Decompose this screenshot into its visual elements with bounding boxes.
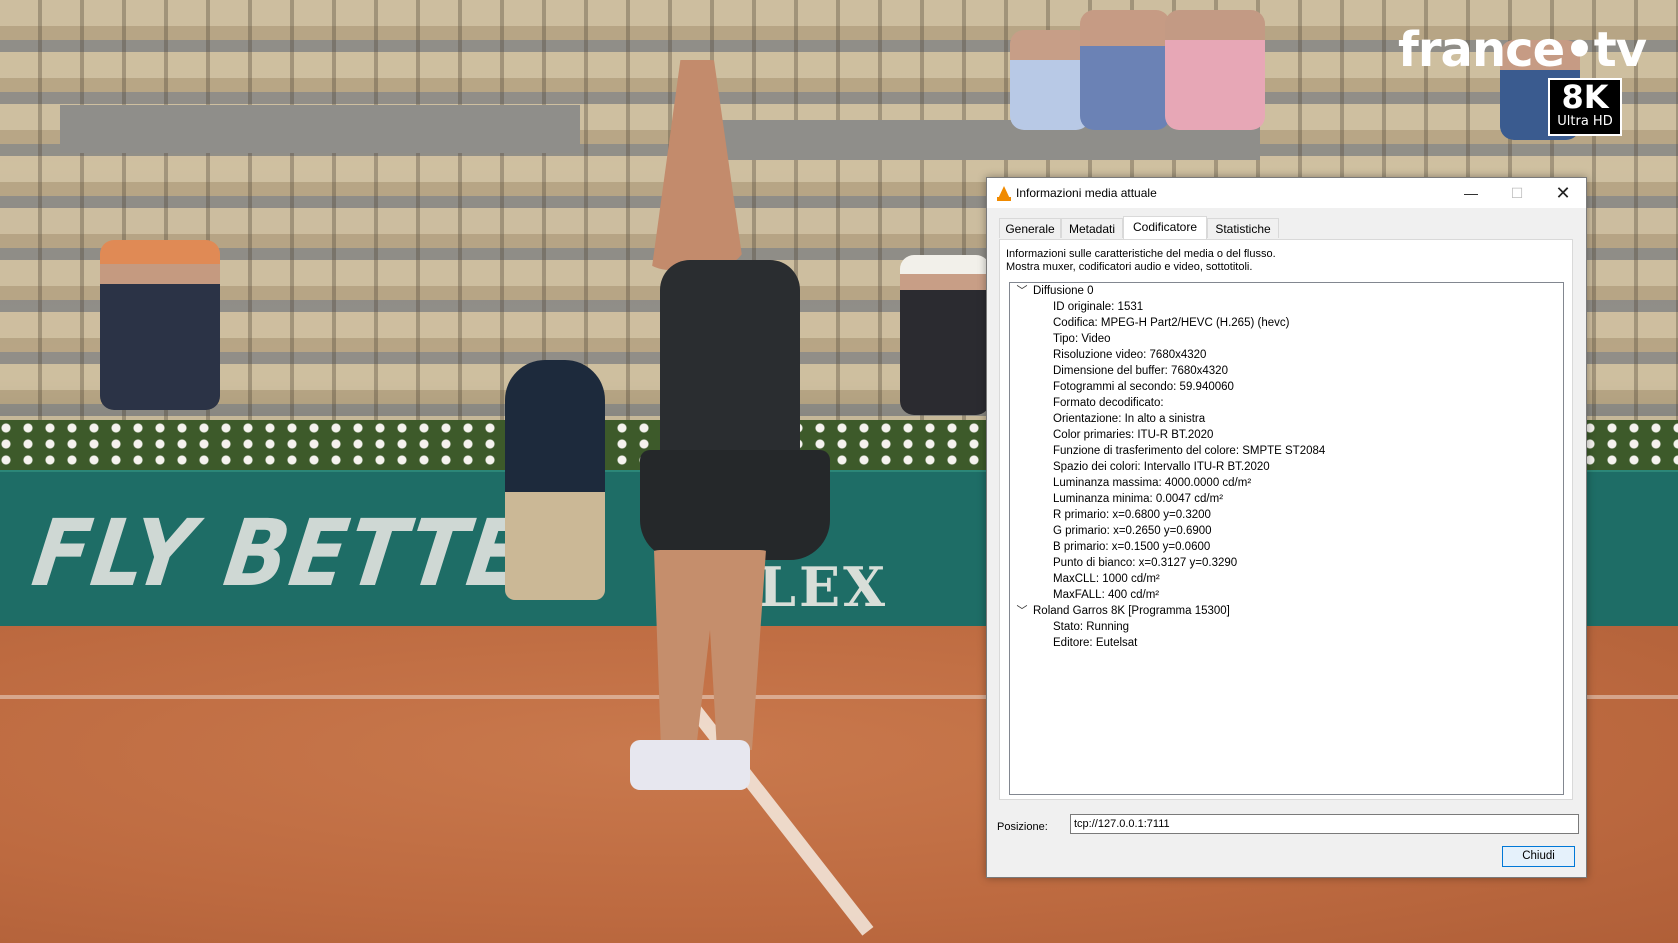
description-line: Mostra muxer, codificatori audio e video… xyxy=(1006,261,1253,273)
tab-metadati[interactable]: Metadati xyxy=(1061,218,1123,238)
tree-item[interactable]: Stato: Running xyxy=(1053,619,1129,636)
position-field[interactable]: tcp://127.0.0.1:7111 xyxy=(1070,814,1579,834)
tree-item[interactable]: Risoluzione video: 7680x4320 xyxy=(1053,347,1206,364)
tree-item[interactable]: MaxCLL: 1000 cd/m² xyxy=(1053,571,1160,588)
tab-statistiche[interactable]: Statistiche xyxy=(1207,218,1279,238)
media-info-dialog: Informazioni media attuale — ☐ ✕ General… xyxy=(986,177,1587,878)
tree-item[interactable]: G primario: x=0.2650 y=0.6900 xyxy=(1053,523,1212,540)
tree-item[interactable]: Editore: Eutelsat xyxy=(1053,635,1137,652)
position-label: Posizione: xyxy=(997,821,1048,833)
description-line: Informazioni sulle caratteristiche del m… xyxy=(1006,248,1276,260)
tab-generale[interactable]: Generale xyxy=(999,218,1061,238)
tree-item[interactable]: Luminanza massima: 4000.0000 cd/m² xyxy=(1053,475,1251,492)
panel-description: Informazioni sulle caratteristiche del m… xyxy=(1006,248,1276,274)
tree-item[interactable]: Fotogrammi al secondo: 59.940060 xyxy=(1053,379,1234,396)
badge-main: 8K xyxy=(1561,78,1609,116)
player-skirt xyxy=(640,450,830,560)
player-shoes xyxy=(630,740,750,790)
badge-sub: Ultra HD xyxy=(1557,114,1613,129)
line-umpire xyxy=(505,360,605,600)
tree-item[interactable]: Tipo: Video xyxy=(1053,331,1111,348)
tree-node-label: Roland Garros 8K [Programma 15300] xyxy=(1033,605,1230,617)
tree-item[interactable]: Color primaries: ITU-R BT.2020 xyxy=(1053,427,1213,444)
codec-tree[interactable]: ﹀ Diffusione 0 ID originale: 1531 Codifi… xyxy=(1009,282,1564,795)
tree-item[interactable]: Formato decodificato: xyxy=(1053,395,1164,412)
player-body xyxy=(660,260,800,460)
tree-item[interactable]: B primario: x=0.1500 y=0.0600 xyxy=(1053,539,1210,556)
tree-item[interactable]: Orientazione: In alto a sinistra xyxy=(1053,411,1205,428)
resolution-badge: 8K Ultra HD xyxy=(1548,78,1622,136)
chevron-down-icon[interactable]: ﹀ xyxy=(1016,283,1028,300)
vlc-cone-icon xyxy=(997,186,1011,201)
dialog-title: Informazioni media attuale xyxy=(1016,186,1157,200)
tree-item[interactable]: ID originale: 1531 xyxy=(1053,299,1143,316)
maximize-button[interactable]: ☐ xyxy=(1494,178,1540,208)
stand-wall xyxy=(60,105,580,153)
close-button[interactable]: Chiudi xyxy=(1502,846,1575,867)
chevron-down-icon[interactable]: ﹀ xyxy=(1016,603,1028,620)
spectator xyxy=(900,255,990,415)
tab-codificatore[interactable]: Codificatore xyxy=(1123,216,1207,239)
spectator xyxy=(1165,10,1265,130)
tree-node-label: Diffusione 0 xyxy=(1033,285,1094,297)
tree-item[interactable]: Luminanza minima: 0.0047 cd/m² xyxy=(1053,491,1223,508)
tree-item[interactable]: Punto di bianco: x=0.3127 y=0.3290 xyxy=(1053,555,1237,572)
tree-item[interactable]: Spazio dei colori: Intervallo ITU-R BT.2… xyxy=(1053,459,1270,476)
minimize-button[interactable]: — xyxy=(1448,178,1494,208)
spectator xyxy=(1080,10,1170,130)
close-window-button[interactable]: ✕ xyxy=(1540,178,1586,208)
spectator xyxy=(1010,30,1090,130)
tree-item[interactable]: Dimensione del buffer: 7680x4320 xyxy=(1053,363,1228,380)
codec-panel: Informazioni sulle caratteristiche del m… xyxy=(999,239,1573,800)
title-bar[interactable]: Informazioni media attuale — ☐ ✕ xyxy=(987,178,1586,208)
broadcaster-logo: france•tv xyxy=(1398,22,1647,78)
spectator xyxy=(100,240,220,410)
tree-item[interactable]: Codifica: MPEG-H Part2/HEVC (H.265) (hev… xyxy=(1053,315,1289,332)
tree-item[interactable]: Funzione di trasferimento del colore: SM… xyxy=(1053,443,1325,460)
tree-item[interactable]: R primario: x=0.6800 y=0.3200 xyxy=(1053,507,1211,524)
tree-item[interactable]: MaxFALL: 400 cd/m² xyxy=(1053,587,1159,604)
